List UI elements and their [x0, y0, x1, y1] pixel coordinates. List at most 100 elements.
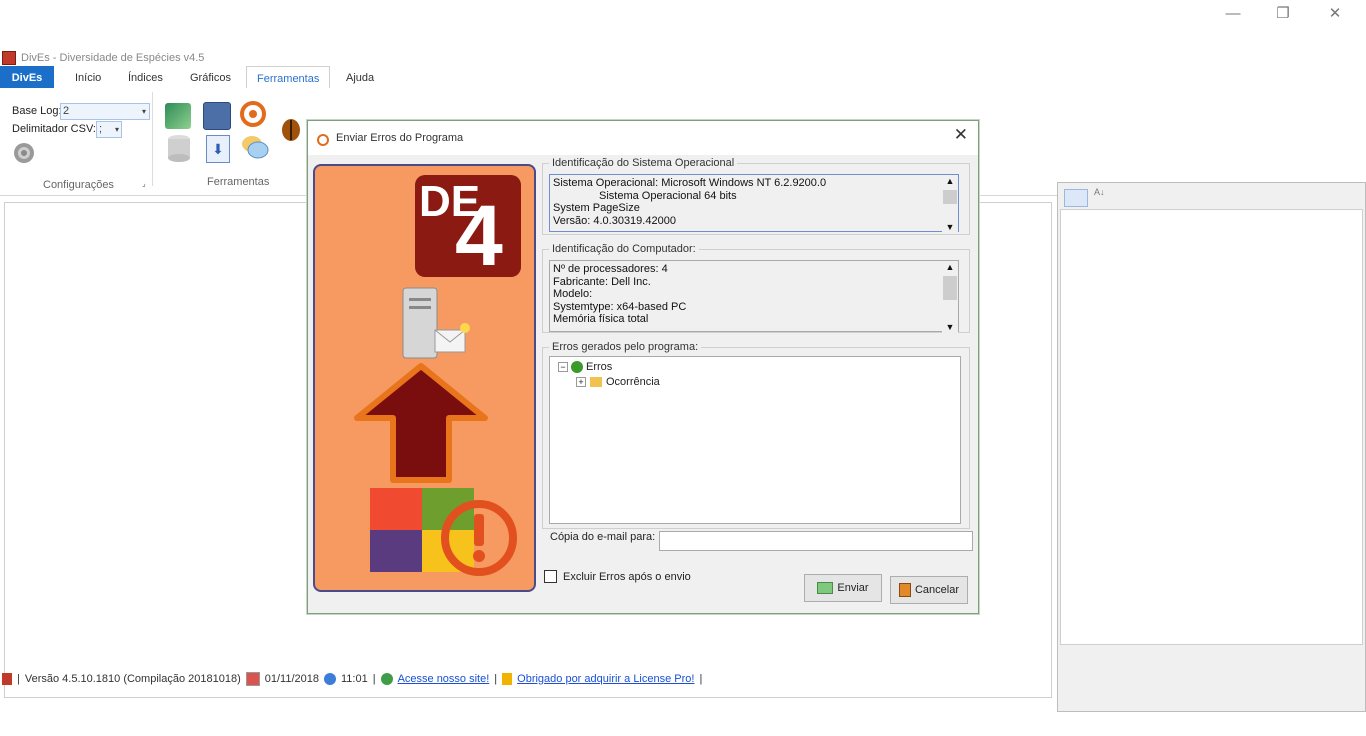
- os-scrollbar[interactable]: ▲ ▼: [942, 175, 958, 233]
- folder-icon: [590, 377, 602, 387]
- property-grid[interactable]: [1060, 209, 1363, 645]
- send-button[interactable]: Enviar: [804, 574, 882, 602]
- map-tool-button[interactable]: [165, 103, 191, 129]
- tree-node-ocorrencia[interactable]: + Ocorrência: [576, 376, 660, 388]
- tree-node-erros[interactable]: − Erros: [558, 361, 612, 373]
- os-line: Versão: 4.0.30319.42000: [553, 214, 676, 227]
- sort-az-icon: A↓: [1094, 187, 1105, 197]
- bug-icon: [571, 361, 583, 373]
- calendar-icon: [245, 672, 260, 686]
- pc-fieldset: Identificação do Computador: Nº de proce…: [542, 243, 970, 333]
- sort-az-button[interactable]: A↓: [1094, 187, 1105, 197]
- pc-line: Nº de processadores: 4: [553, 263, 668, 275]
- pc-info-textbox[interactable]: Nº de processadores: 4 Fabricante: Dell …: [549, 260, 959, 333]
- date-text: 01/11/2018: [264, 673, 319, 685]
- app-title: DivEs - Diversidade de Espécies v4.5: [21, 52, 205, 64]
- pc-line: Memória física total: [553, 313, 649, 325]
- scroll-thumb[interactable]: [943, 189, 957, 204]
- expand-icon[interactable]: +: [576, 377, 586, 387]
- dialog-title: Enviar Erros do Programa: [336, 132, 464, 144]
- dialog-title-bar: Enviar Erros do Programa ✕: [308, 121, 978, 155]
- close-window-button[interactable]: ✕: [1312, 0, 1358, 26]
- status-bar: | Versão 4.5.10.1810 (Compilação 2018101…: [0, 664, 1366, 694]
- os-info-textbox[interactable]: Sistema Operacional: Microsoft Windows N…: [549, 174, 959, 233]
- tools-group-label: Ferramentas: [207, 176, 270, 188]
- delim-csv-label: Delimitador CSV:: [12, 123, 96, 135]
- properties-pane: A↓: [1057, 182, 1366, 712]
- dialog-launcher-icon[interactable]: ⌟: [142, 179, 146, 188]
- download-tool-button[interactable]: ⬇: [206, 135, 230, 163]
- calculator-tool-button[interactable]: [203, 102, 231, 130]
- errors-fieldset: Erros gerados pelo programa: − Erros + O…: [542, 341, 970, 529]
- restore-button[interactable]: ❐: [1260, 0, 1306, 26]
- tab-graficos[interactable]: Gráficos: [180, 66, 241, 88]
- email-input[interactable]: [659, 531, 973, 551]
- database-icon: [168, 135, 190, 162]
- delete-errors-label: Excluir Erros após o envio: [563, 570, 691, 583]
- dialog-banner: DE 4: [313, 164, 536, 592]
- tab-ferramentas[interactable]: Ferramentas: [246, 66, 331, 90]
- chevron-up-icon: ▲: [945, 176, 955, 186]
- os-line: Sistema Operacional 64 bits: [599, 189, 737, 202]
- chevron-down-icon: ▼: [945, 221, 955, 232]
- categorized-view-button[interactable]: [1064, 189, 1088, 207]
- tab-inicio[interactable]: Início: [65, 66, 111, 88]
- upload-arrow-icon: [354, 363, 488, 483]
- error-tool-button[interactable]: [239, 100, 269, 130]
- os-line: Sistema Operacional: Microsoft Windows N…: [553, 177, 827, 189]
- gear-icon: [14, 143, 34, 163]
- warning-circle-icon: [441, 500, 517, 576]
- time-text: 11:01: [340, 673, 368, 685]
- app-title-bar: DivEs - Diversidade de Espécies v4.5: [2, 49, 204, 67]
- app-small-icon: [2, 673, 12, 685]
- settings-gear-button[interactable]: [11, 140, 37, 166]
- chat-tool-button[interactable]: [240, 134, 270, 162]
- chevron-down-icon: ▾: [141, 107, 146, 116]
- delete-errors-checkbox[interactable]: [544, 570, 557, 583]
- tile-purple: [370, 530, 422, 572]
- os-line: System PageSize: [553, 202, 640, 214]
- pc-scrollbar[interactable]: ▲ ▼: [942, 261, 958, 333]
- os-fieldset: Identificação do Sistema Operacional Sis…: [542, 157, 970, 235]
- app-logo-icon: [2, 51, 16, 65]
- license-link[interactable]: Obrigado por adquirir a License Pro!: [517, 673, 694, 685]
- ribbon-separator: [152, 92, 153, 186]
- bug-tool-button[interactable]: [277, 115, 307, 145]
- errors-tree[interactable]: − Erros + Ocorrência: [549, 356, 961, 524]
- pc-line: Fabricante: Dell Inc.: [553, 275, 651, 288]
- dialog-close-button[interactable]: ✕: [954, 125, 968, 145]
- chevron-down-icon: ▼: [945, 321, 955, 332]
- pc-legend: Identificação do Computador:: [549, 243, 699, 255]
- chevron-down-icon: ▾: [114, 125, 119, 134]
- scroll-thumb[interactable]: [943, 275, 957, 300]
- collapse-icon[interactable]: −: [558, 362, 568, 372]
- send-errors-dialog: Enviar Erros do Programa ✕ DE 4 Identifi…: [307, 120, 979, 614]
- close-icon: ✕: [953, 125, 968, 144]
- config-group-label: Configurações: [43, 179, 114, 191]
- chat-bubbles-icon: [242, 136, 269, 159]
- cancel-button[interactable]: Cancelar: [890, 576, 968, 604]
- chevron-up-icon: ▲: [945, 262, 955, 272]
- tab-dives[interactable]: DivEs: [0, 66, 54, 88]
- delim-csv-select[interactable]: ; ▾: [96, 121, 122, 138]
- cancel-icon: [898, 583, 911, 597]
- email-label: Cópia do e-mail para:: [550, 531, 656, 543]
- de4-logo: DE 4: [415, 175, 521, 279]
- download-icon: ⬇: [212, 141, 224, 157]
- minimize-icon: —: [1225, 4, 1241, 22]
- os-legend: Identificação do Sistema Operacional: [549, 157, 738, 169]
- base-log-label: Base Log:: [12, 105, 62, 117]
- site-link[interactable]: Acesse nosso site!: [398, 673, 490, 685]
- delete-errors-option[interactable]: Excluir Erros após o envio: [544, 570, 691, 583]
- errors-legend: Erros gerados pelo programa:: [549, 341, 702, 353]
- database-tool-button[interactable]: [166, 134, 192, 162]
- tab-ajuda[interactable]: Ajuda: [336, 66, 384, 88]
- error-report-icon: [240, 101, 266, 127]
- restore-icon: ❐: [1276, 5, 1290, 22]
- tab-indices[interactable]: Índices: [118, 66, 173, 88]
- base-log-select[interactable]: 2 ▾: [60, 103, 150, 120]
- server-mail-icon: [402, 287, 470, 359]
- minimize-button[interactable]: —: [1210, 0, 1256, 26]
- ribbon-tabs: DivEs Início Índices Gráficos Ferramenta…: [0, 66, 1366, 90]
- globe-icon: [380, 673, 393, 685]
